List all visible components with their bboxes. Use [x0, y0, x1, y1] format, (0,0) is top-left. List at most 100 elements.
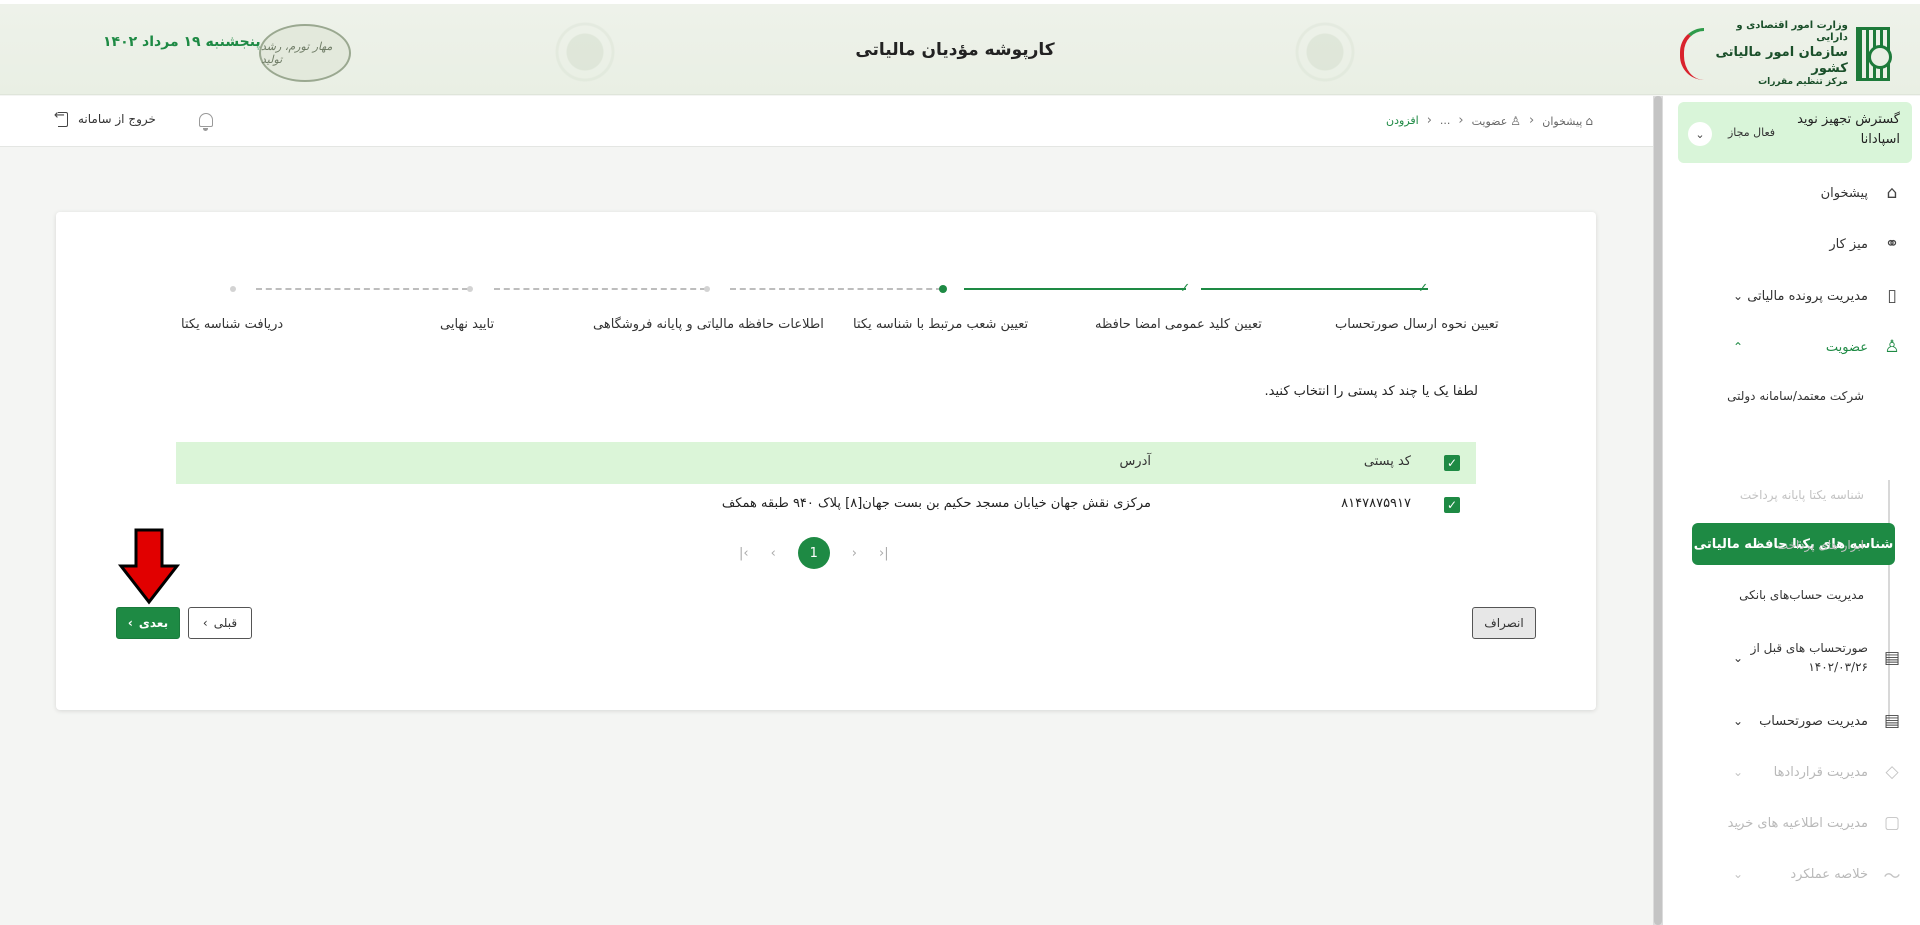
sidebar: گسترش تجهیز نوید اسپادانا فعال مجاز ⌄ ⌂ …: [1663, 96, 1920, 925]
sidebar-scrollbar[interactable]: [1653, 96, 1663, 925]
sidebar-item-workspace[interactable]: ⚭ میز کار: [1663, 223, 1920, 265]
chevron-down-icon: ⌄: [1733, 714, 1744, 728]
step-connector-done: [1201, 288, 1428, 290]
breadcrumb: ⌂پیشخوان ‹ ♙عضویت ‹ ... ‹ افزودن: [1386, 113, 1593, 128]
file-icon: ▯: [1887, 286, 1897, 306]
logout-button[interactable]: خروج از سامانه: [54, 108, 156, 127]
user-icon: ♙: [1884, 337, 1900, 357]
page-current[interactable]: 1: [797, 537, 830, 569]
submenu-payment-terminal[interactable]: شناسه یکتا پایانه پرداخت: [1740, 488, 1864, 502]
step-connector-pending: [256, 288, 468, 290]
step-check-icon: ✓: [1179, 281, 1191, 296]
breadcrumb-ellipsis[interactable]: ...: [1440, 114, 1451, 127]
sidebar-item-purchase-notices[interactable]: ▢ مدیریت اطلاعیه های خرید ⌄: [1663, 802, 1920, 844]
chevron-up-icon: ⌃: [1733, 340, 1744, 354]
home-icon: ⌂: [1585, 113, 1593, 128]
chevron-left-icon: ‹: [1529, 113, 1535, 128]
org-line1: وزارت امور اقتصادی و دارایی: [1736, 19, 1848, 44]
step-pending-dot: [463, 282, 477, 296]
step-label: اطلاعات حافظه مالیاتی و پایانه فروشگاهی: [593, 317, 824, 332]
sub-toolbar: خروج از سامانه ⌂پیشخوان ‹ ♙عضویت ‹ ... ‹…: [0, 96, 1653, 147]
slogan-stamp: مهار تورم، رشد تولید: [259, 24, 351, 82]
prev-button[interactable]: ‹ قبلی: [188, 607, 252, 639]
header-address: آدرس: [1119, 454, 1151, 469]
chevron-down-icon: ⌄: [1733, 765, 1744, 779]
breadcrumb-membership[interactable]: ♙عضویت: [1472, 114, 1521, 128]
company-name: گسترش تجهیز نوید اسپادانا: [1797, 112, 1900, 148]
row-checkbox[interactable]: ✓: [1444, 497, 1460, 513]
cell-postal-code: ۸۱۴۷۸۷۵۹۱۷: [1341, 496, 1411, 511]
step-label: تایید نهایی: [440, 317, 495, 332]
org-line2: سازمان امور مالیاتی کشور: [1715, 44, 1848, 76]
bag-icon: ▢: [1883, 813, 1901, 833]
instruction-text: لطفا یک یا چند کد پستی را انتخاب کنید.: [1264, 384, 1478, 399]
chevron-left-icon: ‹: [202, 616, 208, 630]
step-current-dot: [936, 282, 950, 296]
flag-swoosh-icon: [1680, 28, 1705, 80]
step-label: دریافت شناسه یکتا: [181, 317, 284, 332]
select-all-checkbox[interactable]: ✓: [1444, 455, 1460, 471]
step-check-icon: ✓: [1417, 281, 1429, 296]
bell-icon[interactable]: [199, 113, 213, 131]
chevron-down-icon: ⌄: [1733, 867, 1744, 881]
stepper: ✓ ✓ تعیین نحوه ارسال صورتحساب تعیین کلید…: [56, 212, 1596, 342]
step-connector-done: [964, 288, 1186, 290]
next-page-icon[interactable]: ›: [852, 546, 857, 561]
step-label: تعیین نحوه ارسال صورتحساب: [1335, 317, 1499, 332]
last-page-icon[interactable]: ›|: [879, 546, 889, 561]
chevron-left-icon: ‹: [1426, 113, 1432, 128]
logout-label: خروج از سامانه: [78, 112, 156, 126]
table-row[interactable]: ✓ ۸۱۴۷۸۷۵۹۱۷ مرکزی نقش جهان خیابان مسجد …: [176, 484, 1476, 524]
chevron-down-icon: ⌄: [1733, 816, 1744, 830]
sidebar-item-membership[interactable]: ♙ عضویت ⌃: [1663, 326, 1920, 368]
step-label: تعیین کلید عمومی امضا حافظه: [1095, 317, 1262, 332]
org-line3: مرکز تنظیم مقررات: [1758, 77, 1848, 88]
chevron-left-icon: ‹: [127, 616, 133, 630]
first-page-icon[interactable]: |‹: [739, 546, 749, 561]
logout-icon: [54, 108, 71, 127]
step-pending-dot: [226, 282, 240, 296]
prev-page-icon[interactable]: ‹: [771, 546, 776, 561]
postal-code-table: ✓ کد پستی آدرس ✓ ۸۱۴۷۸۷۵۹۱۷ مرکزی نقش جه…: [176, 442, 1476, 524]
workspace-icon: ⚭: [1884, 234, 1900, 254]
cell-address: مرکزی نقش جهان خیابان مسجد حکیم بن بست ج…: [721, 496, 1151, 511]
sidebar-item-contracts[interactable]: ◇ مدیریت قراردادها ⌄: [1663, 751, 1920, 793]
sidebar-item-old-invoices[interactable]: ▤ صورتحساب های قبل از ۱۴۰۲/۰۳/۲۶ ⌄: [1663, 628, 1920, 688]
user-icon: ♙: [1510, 113, 1522, 128]
sidebar-item-dashboard[interactable]: ⌂ پیشخوان: [1663, 172, 1920, 214]
submenu-payment-tools[interactable]: ابزار های پرداخت: [1777, 538, 1864, 552]
company-switcher[interactable]: گسترش تجهیز نوید اسپادانا فعال مجاز ⌄: [1678, 102, 1912, 163]
next-button[interactable]: ‹ بعدی: [116, 607, 180, 639]
home-icon: ⌂: [1886, 183, 1898, 203]
org-emblem-icon: [1855, 27, 1893, 81]
sidebar-item-tax-file[interactable]: ▯ مدیریت پرونده مالیاتی ⌄: [1663, 275, 1920, 317]
step-connector-pending: [730, 288, 942, 290]
chevron-left-icon: ‹: [1458, 113, 1464, 128]
company-status: فعال مجاز: [1728, 126, 1776, 139]
chevron-down-icon: ⌄: [1733, 651, 1744, 665]
submenu-bank-accounts[interactable]: مدیریت حساب‌های بانکی: [1739, 588, 1864, 602]
handshake-icon: ◇: [1885, 762, 1899, 782]
submenu-trusted-company[interactable]: شرکت معتمد/سامانه دولتی: [1727, 389, 1864, 403]
scrollbar-thumb[interactable]: [1654, 96, 1662, 925]
pagination: |‹ ‹ 1 › ›|: [739, 537, 889, 569]
breadcrumb-home[interactable]: ⌂پیشخوان: [1542, 114, 1593, 128]
sidebar-item-invoice-management[interactable]: ▤ مدیریت صورتحساب ⌄: [1663, 700, 1920, 742]
table-header: ✓ کد پستی آدرس: [176, 442, 1476, 484]
chevron-down-icon[interactable]: ⌄: [1688, 122, 1712, 146]
top-header: کارپوشه مؤدیان مالیاتی وزارت امور اقتصاد…: [0, 0, 1920, 95]
main-card: ✓ ✓ تعیین نحوه ارسال صورتحساب تعیین کلید…: [56, 212, 1596, 710]
breadcrumb-current: افزودن: [1386, 114, 1419, 127]
chevron-down-icon: ⌄: [1733, 289, 1744, 303]
header-postal-code: کد پستی: [1363, 454, 1411, 469]
step-connector-pending: [494, 288, 706, 290]
annotation-arrow-icon: [117, 528, 181, 605]
header-date: پنجشنبه ۱۹ مرداد ۱۴۰۲: [103, 34, 261, 50]
cancel-button[interactable]: انصراف: [1472, 607, 1536, 639]
step-pending-dot: [700, 282, 714, 296]
chart-icon: 〜: [1883, 866, 1901, 887]
step-label: تعیین شعب مرتبط با شناسه یکتا: [853, 317, 1029, 332]
sidebar-item-performance[interactable]: 〜 خلاصه عملکرد ⌄: [1663, 853, 1920, 895]
invoice-icon: ▤: [1883, 711, 1901, 731]
org-logo: وزارت امور اقتصادی و دارایی سازمان امور …: [1680, 20, 1893, 87]
